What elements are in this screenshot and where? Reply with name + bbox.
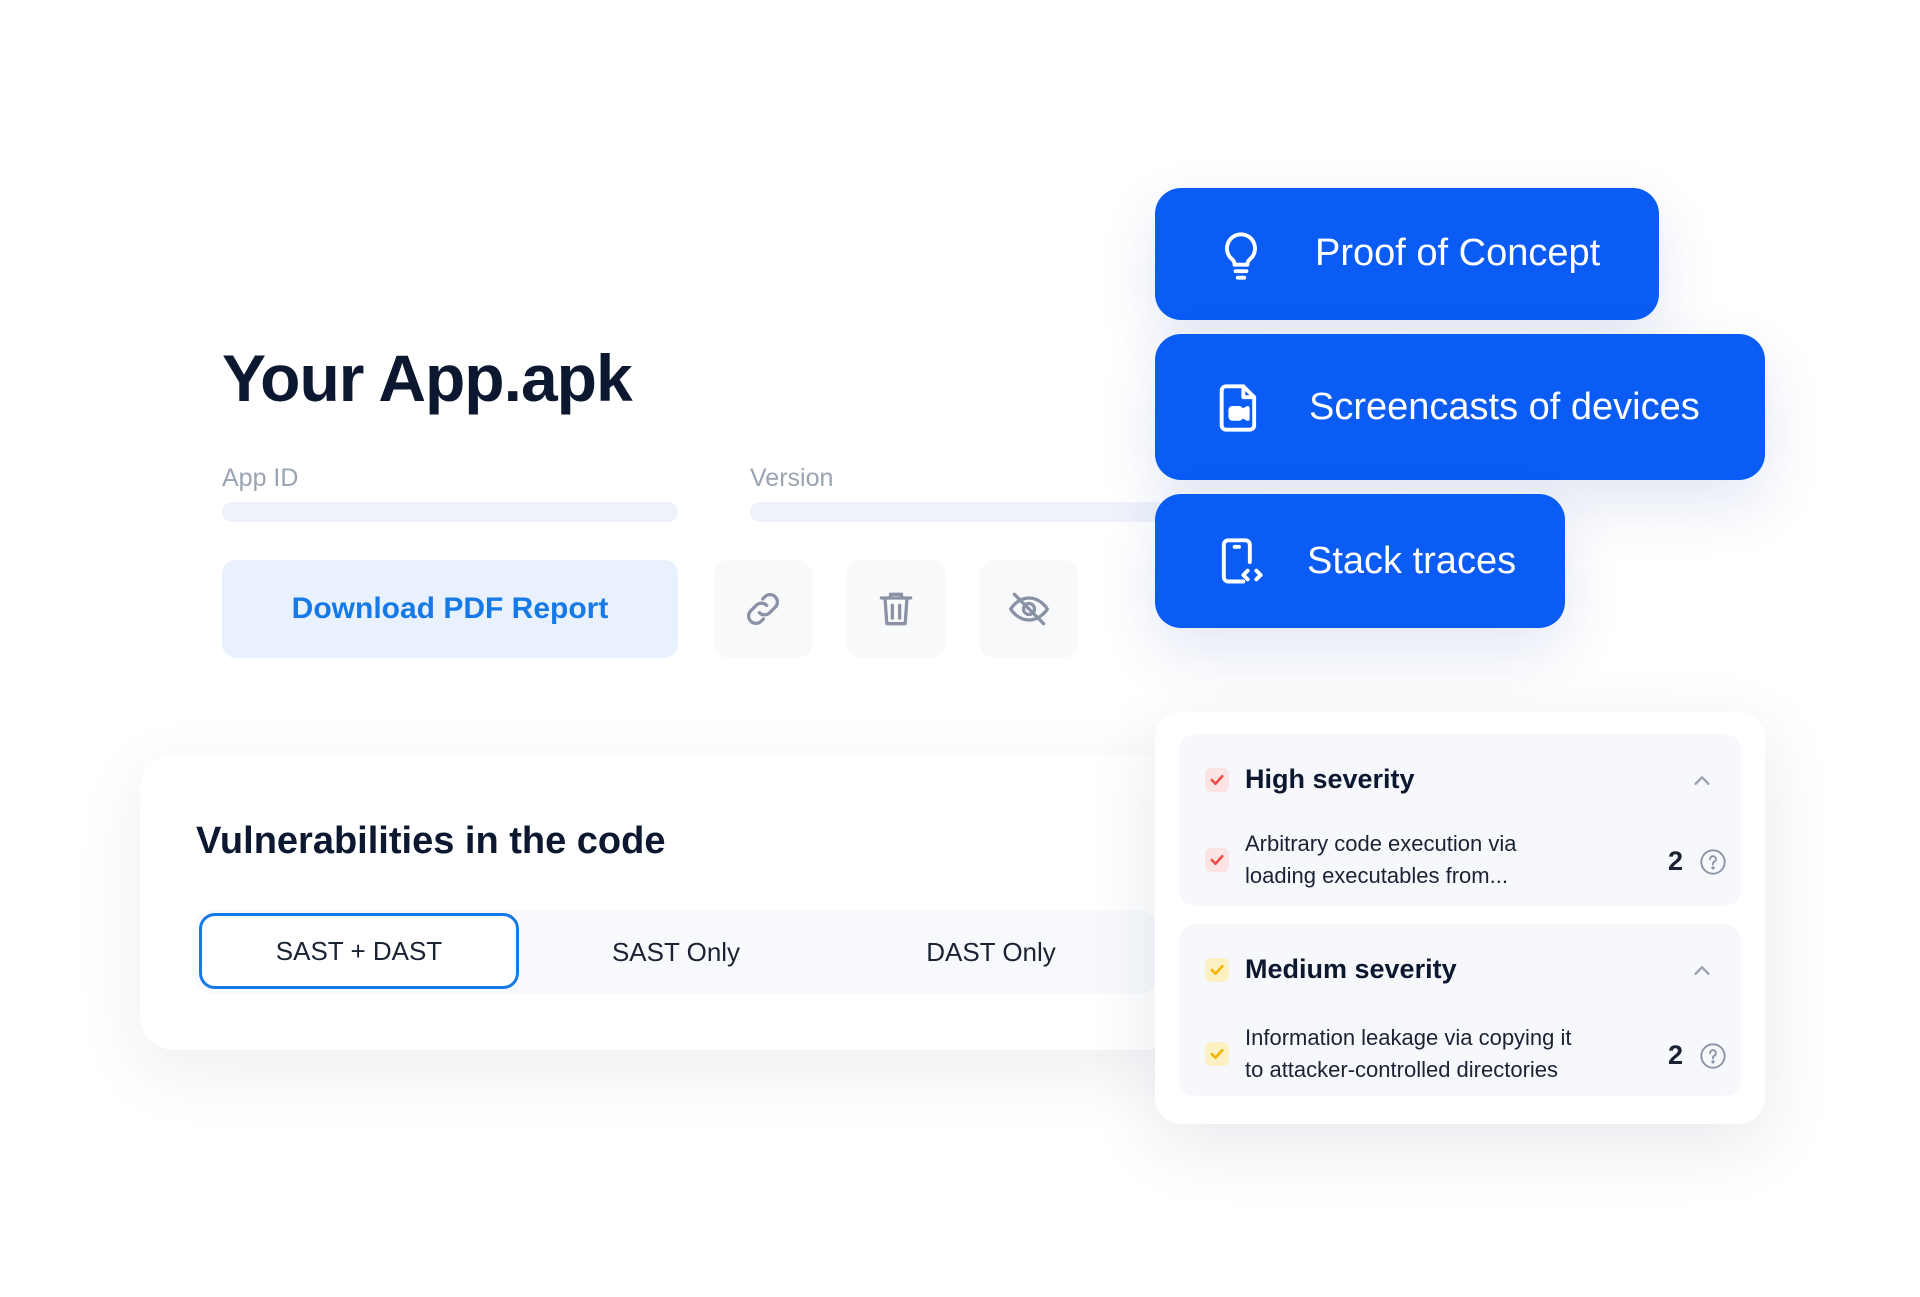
severity-panel: High severity Arbitrary code execution v… [1155, 712, 1765, 1124]
feature-label: Screencasts of devices [1309, 386, 1700, 428]
help-icon[interactable] [1699, 1042, 1727, 1070]
high-severity-item-text: Arbitrary code execution via loading exe… [1245, 828, 1635, 892]
checkbox-high-item[interactable] [1205, 848, 1229, 872]
chevron-up-icon[interactable] [1691, 960, 1713, 982]
app-id-label: App ID [222, 464, 299, 492]
copy-link-button[interactable] [714, 560, 812, 658]
checkbox-medium[interactable] [1205, 957, 1229, 982]
medium-severity-label: Medium severity [1245, 954, 1457, 984]
high-severity-header[interactable]: High severity [1205, 764, 1415, 795]
vulnerabilities-title: Vulnerabilities in the code [196, 820, 666, 862]
medium-severity-item[interactable]: Information leakage via copying it to at… [1205, 1022, 1635, 1086]
video-file-icon [1211, 380, 1267, 436]
app-id-value-placeholder [222, 502, 678, 522]
checkbox-high[interactable] [1205, 767, 1229, 792]
high-severity-item[interactable]: Arbitrary code execution via loading exe… [1205, 828, 1635, 892]
item-line: loading executables from... [1245, 863, 1508, 888]
feature-label: Stack traces [1307, 540, 1517, 582]
vulnerabilities-card: Vulnerabilities in the code SAST + DAST … [140, 755, 1180, 1050]
medium-severity-count: 2 [1667, 1040, 1683, 1070]
item-line: Information leakage via copying it [1245, 1025, 1572, 1050]
checkbox-medium-item[interactable] [1205, 1042, 1229, 1066]
link-icon [747, 593, 779, 625]
feature-label: Proof of Concept [1315, 232, 1601, 274]
high-severity-group: High severity Arbitrary code execution v… [1179, 734, 1741, 906]
hide-button[interactable] [980, 560, 1078, 658]
medium-severity-group: Medium severity Information leakage via … [1179, 924, 1741, 1096]
feature-proof-of-concept: Proof of Concept [1155, 188, 1659, 320]
version-label: Version [750, 464, 834, 492]
item-line: Arbitrary code execution via [1245, 831, 1517, 856]
high-severity-count: 2 [1667, 846, 1683, 876]
app-title: Your App.apk [222, 341, 633, 415]
check-icon [1210, 774, 1224, 785]
check-icon [1210, 1048, 1224, 1060]
help-icon[interactable] [1699, 848, 1727, 876]
phone-code-icon [1211, 534, 1267, 590]
scan-type-tabs: SAST + DAST SAST Only DAST Only [196, 910, 1156, 994]
tab-sast-dast[interactable]: SAST + DAST [199, 913, 519, 989]
chevron-up-icon[interactable] [1691, 770, 1713, 792]
version-value-placeholder [750, 502, 1170, 522]
check-icon [1210, 854, 1224, 866]
lightbulb-icon [1213, 228, 1269, 284]
item-line: to attacker-controlled directories [1245, 1057, 1559, 1082]
medium-severity-item-text: Information leakage via copying it to at… [1245, 1022, 1635, 1086]
feature-screencasts: Screencasts of devices [1155, 334, 1765, 480]
tab-dast-only[interactable]: DAST Only [831, 910, 1151, 994]
medium-severity-header[interactable]: Medium severity [1205, 954, 1457, 985]
trash-icon [879, 592, 913, 626]
high-severity-label: High severity [1245, 764, 1415, 794]
delete-button[interactable] [847, 560, 945, 658]
check-icon [1210, 964, 1224, 975]
download-pdf-report-button[interactable]: Download PDF Report [222, 560, 678, 658]
eye-off-icon [1009, 592, 1049, 626]
tab-sast-only[interactable]: SAST Only [516, 910, 836, 994]
feature-stack-traces: Stack traces [1155, 494, 1565, 628]
